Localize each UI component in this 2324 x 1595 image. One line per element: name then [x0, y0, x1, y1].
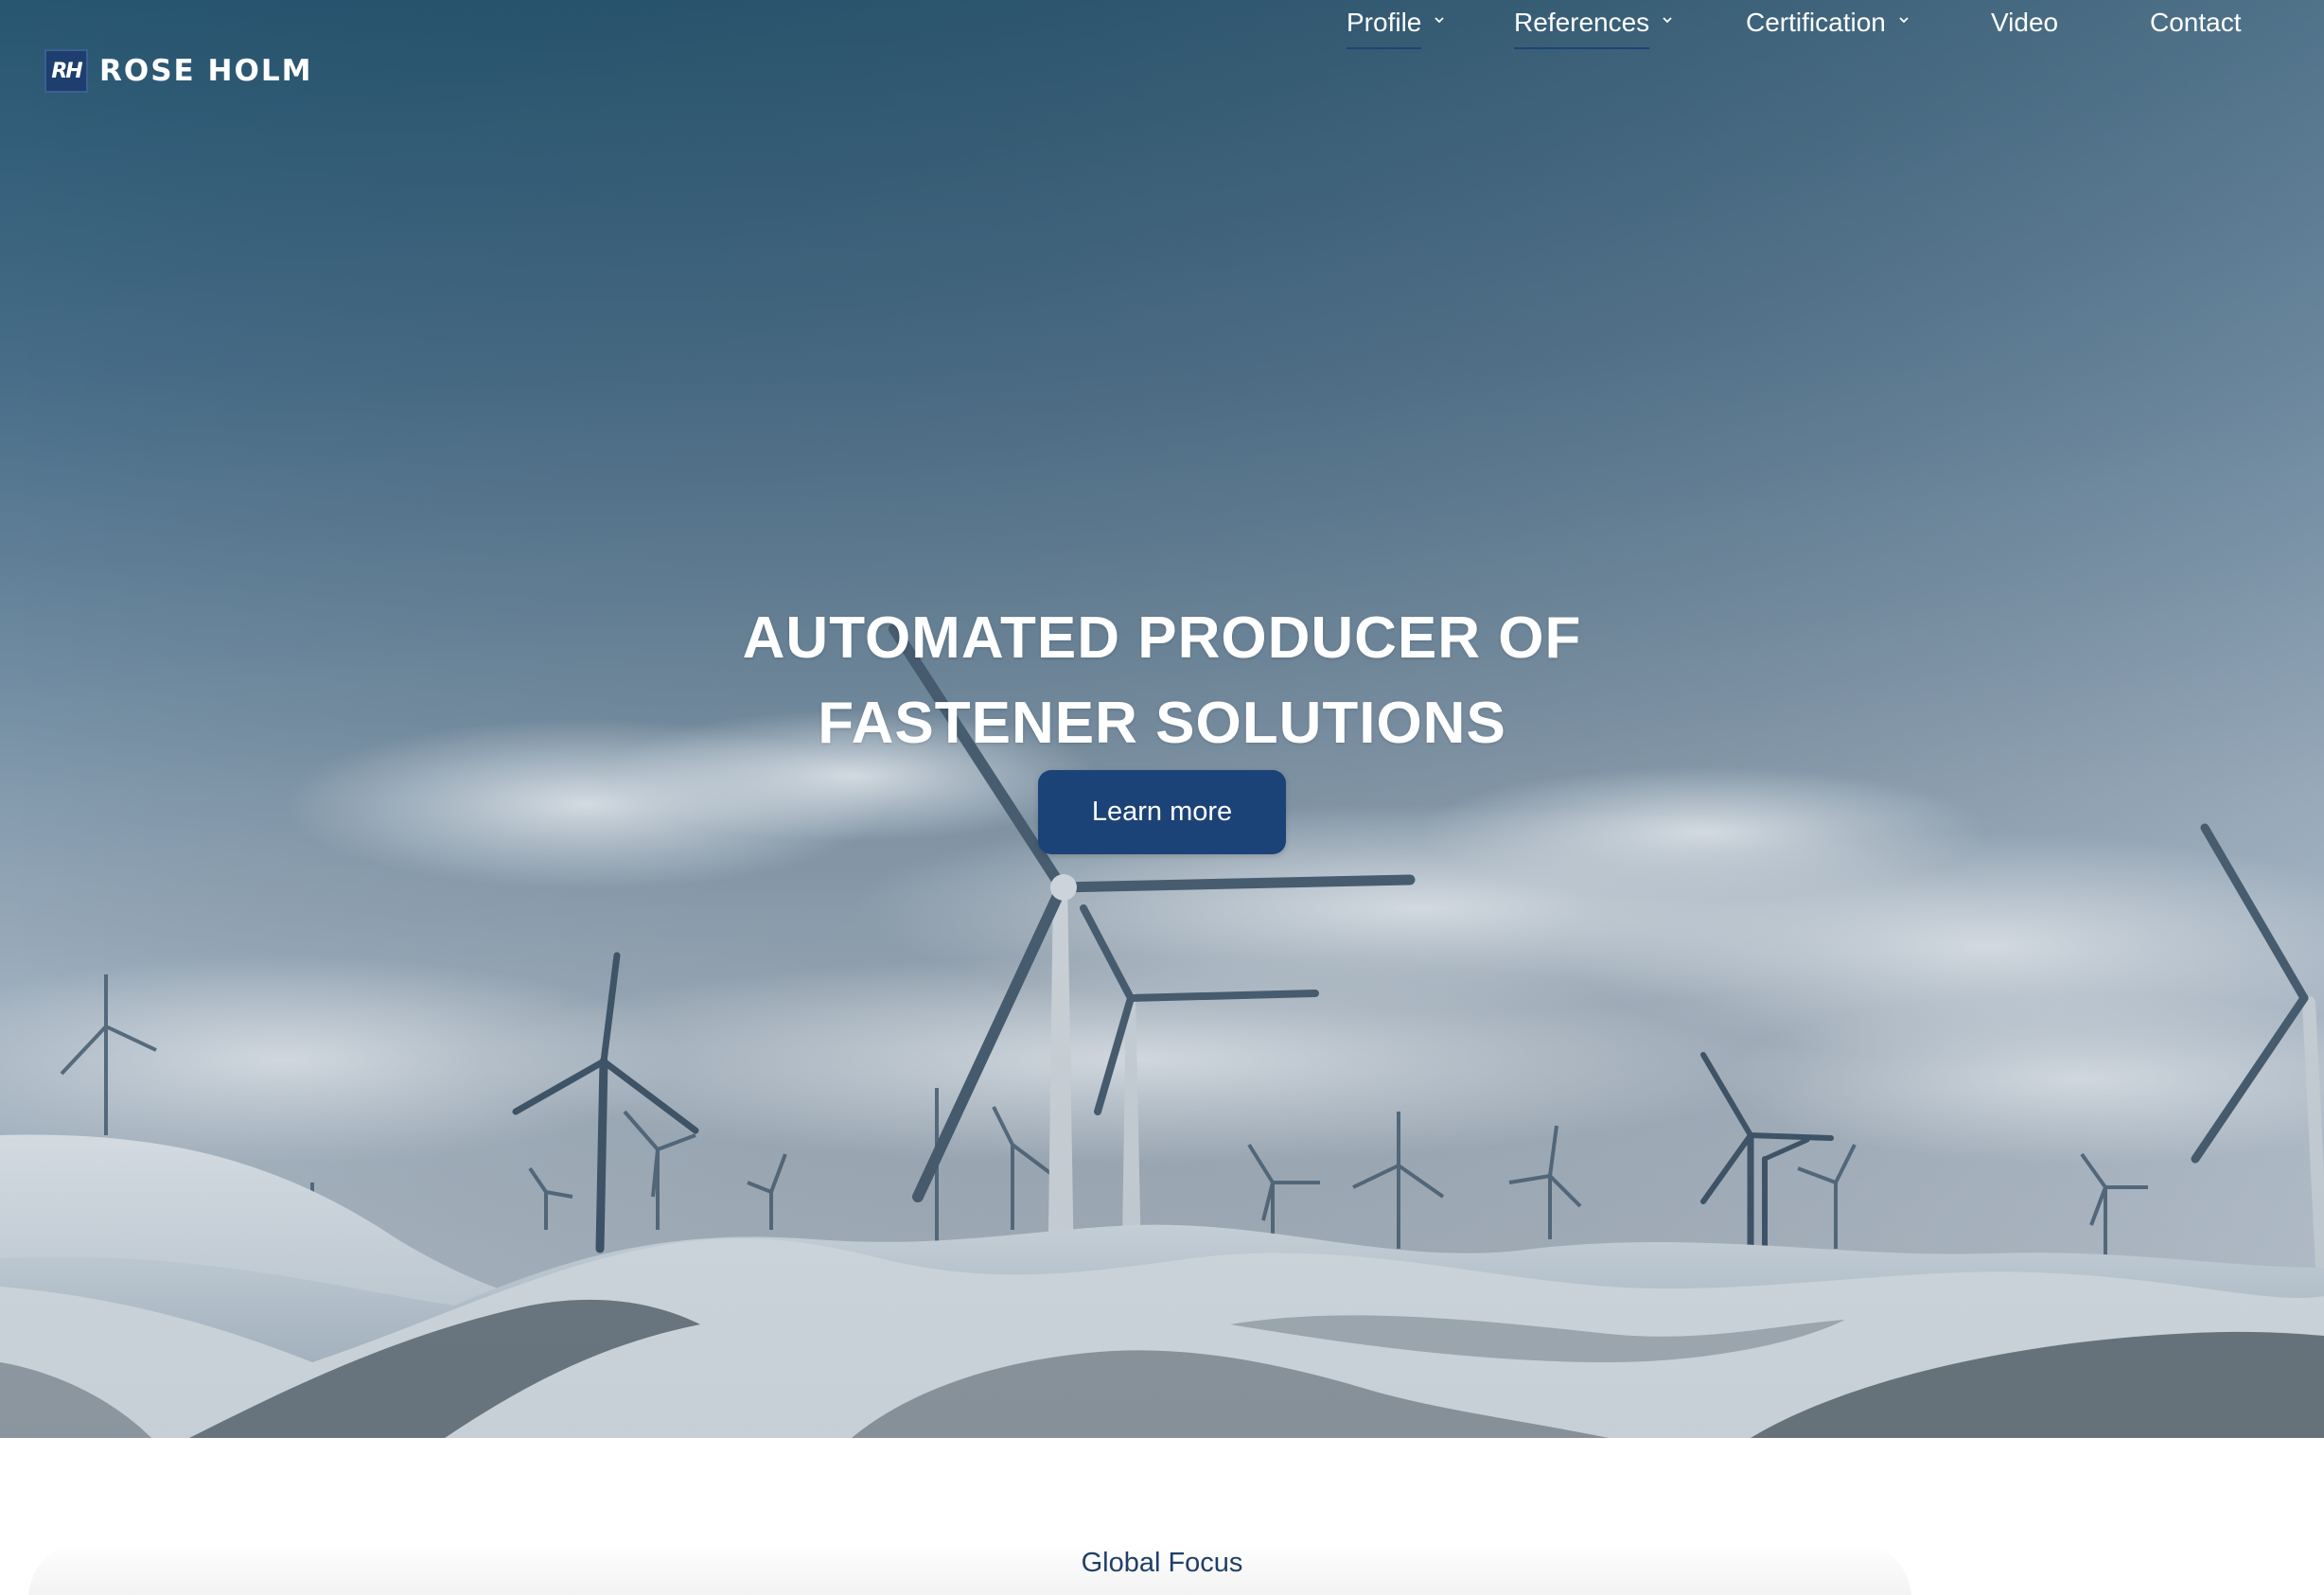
nav-item-references[interactable]: References	[1514, 0, 1672, 49]
nav-item-video[interactable]: Video	[1991, 0, 2058, 47]
site-logo[interactable]: RH ROSE HOLM	[44, 49, 312, 93]
hero-section: RH ROSE HOLM Profile References Certific…	[0, 0, 2324, 1438]
section-label: Global Focus	[1081, 1548, 1243, 1578]
nav-item-label: Video	[1991, 8, 2059, 37]
nav-item-label: Contact	[2150, 8, 2242, 37]
hero-title-line-1: AUTOMATED PRODUCER OF	[742, 605, 1582, 671]
logo-mark-icon: RH	[44, 49, 88, 93]
top-navigation: RH ROSE HOLM Profile References Certific…	[0, 0, 2324, 142]
nav-item-label: Profile	[1347, 0, 1422, 49]
nav-item-label: References	[1514, 0, 1650, 49]
hero-title: AUTOMATED PRODUCER OF FASTENER SOLUTIONS	[0, 596, 2324, 766]
learn-more-button[interactable]: Learn more	[1038, 770, 1286, 854]
chevron-down-icon	[1899, 17, 1909, 24]
nav-item-certification[interactable]: Certification	[1746, 0, 1909, 47]
logo-text: ROSE HOLM	[99, 54, 313, 88]
chevron-down-icon	[1435, 17, 1445, 24]
global-focus-section: Global Focus	[0, 1438, 2324, 1595]
hero-title-line-2: FASTENER SOLUTIONS	[818, 690, 1506, 756]
page: RH ROSE HOLM Profile References Certific…	[0, 0, 2324, 1595]
nav-item-label: Certification	[1746, 8, 1886, 37]
chevron-down-icon	[1663, 17, 1672, 24]
nav-item-profile[interactable]: Profile	[1347, 0, 1445, 49]
nav-item-contact[interactable]: Contact	[2150, 0, 2242, 47]
